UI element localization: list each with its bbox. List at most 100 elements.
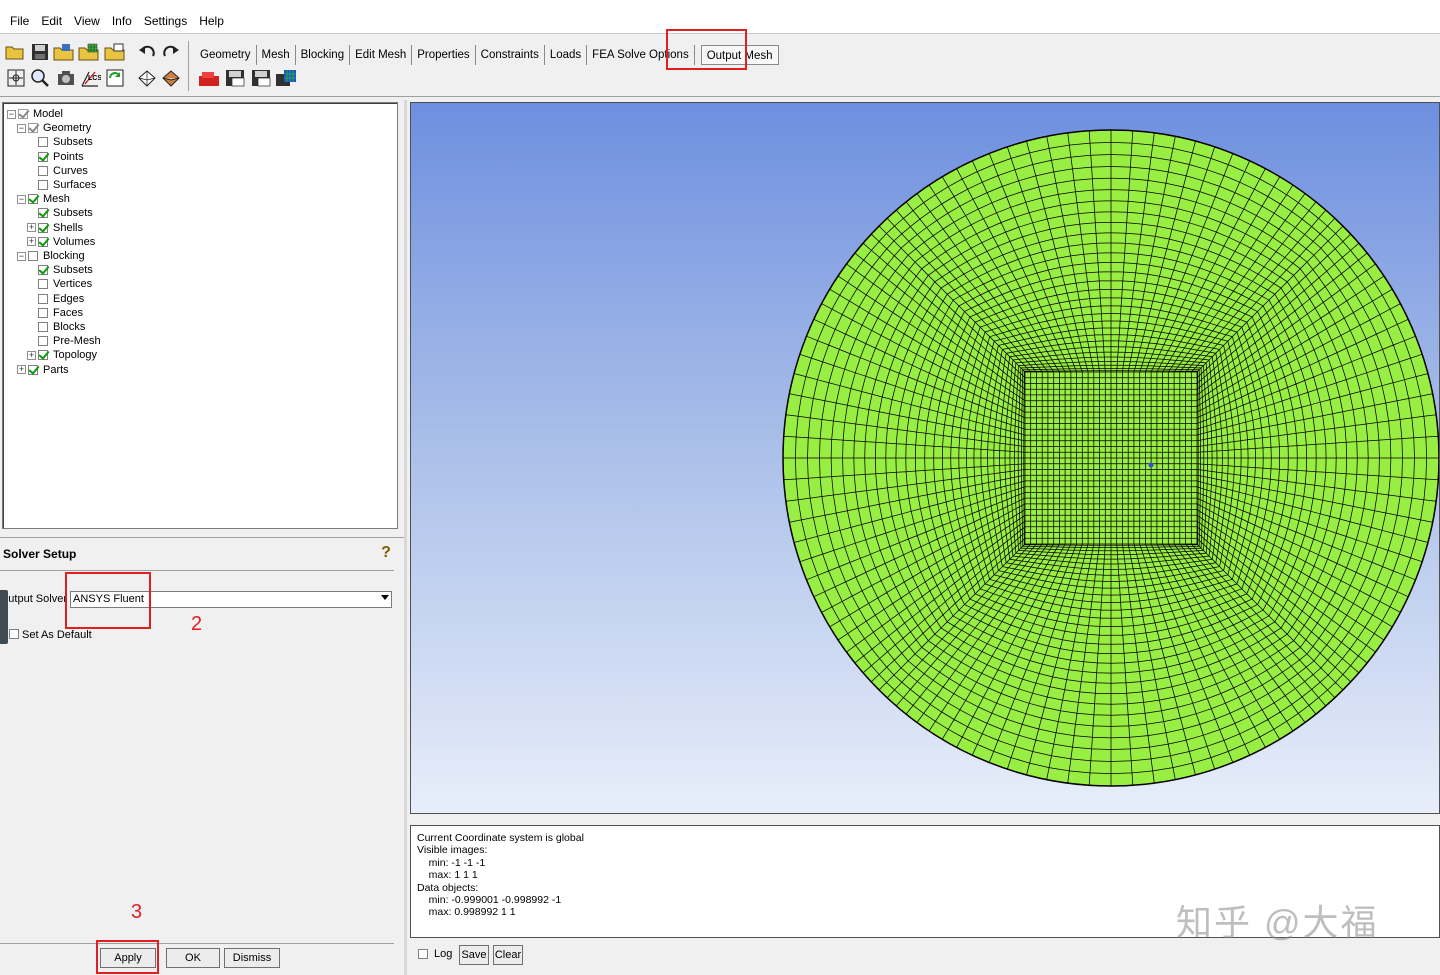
tree-item-label: Subsets: [53, 136, 93, 149]
collapse-icon[interactable]: −: [7, 109, 16, 119]
tree-item[interactable]: + Topology: [27, 348, 97, 362]
menu-help[interactable]: Help: [193, 14, 230, 28]
tree-item[interactable]: Pre-Mesh: [27, 334, 101, 348]
write-input-icon[interactable]: [224, 67, 248, 89]
tab-blocking[interactable]: Blocking: [296, 45, 351, 65]
coord-icon[interactable]: LCS: [79, 67, 101, 89]
tree-item[interactable]: Subsets: [27, 263, 93, 277]
tree-checkbox[interactable]: [38, 336, 48, 347]
tree-checkbox[interactable]: [38, 180, 48, 190]
tree-item[interactable]: − Geometry: [17, 121, 91, 135]
tree-item[interactable]: + Shells: [27, 221, 83, 235]
tab-mesh[interactable]: Mesh: [257, 45, 296, 65]
set-as-default-checkbox[interactable]: [9, 629, 19, 639]
expand-icon[interactable]: +: [27, 223, 36, 233]
save-log-button[interactable]: Save: [459, 945, 489, 965]
tab-output-mesh[interactable]: Output Mesh: [700, 45, 779, 65]
tree-item[interactable]: Surfaces: [27, 178, 96, 192]
undo-icon[interactable]: [136, 41, 158, 63]
tree-item-label: Blocks: [53, 321, 86, 333]
tree-checkbox[interactable]: [28, 194, 38, 205]
fit-icon[interactable]: [5, 67, 27, 89]
pane-splitter[interactable]: [404, 100, 407, 975]
collapse-icon[interactable]: −: [17, 194, 26, 204]
tree-checkbox[interactable]: [38, 293, 48, 304]
output-mesh-icon[interactable]: [198, 67, 222, 89]
tree-item[interactable]: Curves: [27, 164, 88, 178]
expand-icon[interactable]: +: [17, 365, 26, 375]
grid-icon[interactable]: [78, 41, 100, 63]
tree-item-label: Vertices: [53, 278, 93, 291]
tree-item[interactable]: Vertices: [27, 277, 92, 291]
tree-checkbox[interactable]: [18, 109, 28, 119]
model-tree[interactable]: − Model − Geometry Subsets Points Curves Surfac…: [2, 102, 398, 529]
tree-item[interactable]: + Parts: [17, 363, 69, 377]
menu-settings[interactable]: Settings: [138, 14, 193, 28]
redo-icon[interactable]: [160, 41, 182, 63]
refresh-icon[interactable]: [104, 67, 126, 89]
tree-item[interactable]: Faces: [27, 306, 83, 320]
menu-view[interactable]: View: [68, 14, 106, 28]
log-checkbox[interactable]: [418, 949, 428, 959]
camera-icon[interactable]: [55, 67, 77, 89]
chevron-down-icon[interactable]: [381, 595, 389, 600]
tree-item[interactable]: Subsets: [27, 206, 93, 220]
expand-icon[interactable]: +: [27, 237, 36, 247]
tree-item-label: Topology: [53, 349, 98, 362]
tree-item[interactable]: Blocks: [27, 320, 85, 334]
tree-checkbox[interactable]: [38, 151, 48, 162]
collapse-icon[interactable]: −: [17, 251, 26, 261]
tree-checkbox[interactable]: [38, 222, 48, 233]
tree-checkbox[interactable]: [28, 251, 38, 261]
clear-log-button[interactable]: Clear: [493, 945, 523, 965]
apply-button[interactable]: Apply: [100, 948, 156, 968]
save-icon[interactable]: [29, 41, 51, 63]
zoom-icon[interactable]: [29, 67, 51, 89]
expand-icon[interactable]: +: [27, 350, 36, 360]
tree-checkbox[interactable]: [38, 350, 48, 361]
export-icon[interactable]: [250, 67, 274, 89]
tab-fea-solve-options[interactable]: FEA Solve Options: [587, 45, 695, 65]
tree-checkbox[interactable]: [38, 137, 48, 148]
tab-constraints[interactable]: Constraints: [476, 45, 545, 65]
load-icon[interactable]: [53, 41, 75, 63]
print-icon[interactable]: [104, 41, 126, 63]
tab-geometry[interactable]: Geometry: [195, 45, 257, 65]
tree-checkbox[interactable]: [28, 364, 38, 375]
solid-icon[interactable]: [136, 67, 158, 89]
set-as-default-checkbox-label[interactable]: Set As Default: [22, 629, 92, 641]
output-solver-label: Output Solver: [0, 592, 70, 608]
help-icon[interactable]: ?: [378, 544, 394, 562]
collapse-icon[interactable]: −: [17, 123, 26, 133]
tree-checkbox[interactable]: [38, 236, 48, 247]
tree-item[interactable]: Subsets: [27, 135, 93, 149]
tree-checkbox[interactable]: [38, 208, 48, 219]
graphics-viewport[interactable]: [410, 102, 1440, 814]
open-icon[interactable]: [4, 41, 26, 63]
tree-checkbox[interactable]: [38, 279, 48, 290]
menu-info[interactable]: Info: [106, 14, 138, 28]
tab-properties[interactable]: Properties: [412, 45, 476, 65]
tree-item[interactable]: Edges: [27, 292, 84, 306]
tree-item-label: Blocking: [43, 250, 85, 262]
tree-item[interactable]: − Model: [7, 107, 63, 121]
ok-button[interactable]: OK: [166, 948, 220, 968]
tree-checkbox[interactable]: [28, 123, 38, 134]
dismiss-button[interactable]: Dismiss: [224, 948, 280, 968]
tree-checkbox[interactable]: [38, 165, 48, 176]
output-solver-select[interactable]: ANSYS Fluent: [70, 591, 392, 608]
tree-item[interactable]: − Mesh: [17, 192, 70, 206]
tree-checkbox[interactable]: [38, 322, 48, 332]
tab-loads[interactable]: Loads: [545, 45, 588, 65]
tree-item[interactable]: + Volumes: [27, 235, 95, 249]
tab-edit-mesh[interactable]: Edit Mesh: [350, 45, 413, 65]
menu-edit[interactable]: Edit: [35, 14, 68, 28]
tree-item[interactable]: − Blocking: [17, 249, 85, 263]
tree-checkbox[interactable]: [38, 265, 48, 276]
toolbar-separator: [188, 41, 189, 91]
menu-file[interactable]: File: [4, 14, 35, 28]
shade-icon[interactable]: [160, 67, 182, 89]
write-mesh-icon[interactable]: [274, 67, 298, 89]
tree-checkbox[interactable]: [38, 307, 48, 318]
tree-item[interactable]: Points: [27, 150, 84, 164]
